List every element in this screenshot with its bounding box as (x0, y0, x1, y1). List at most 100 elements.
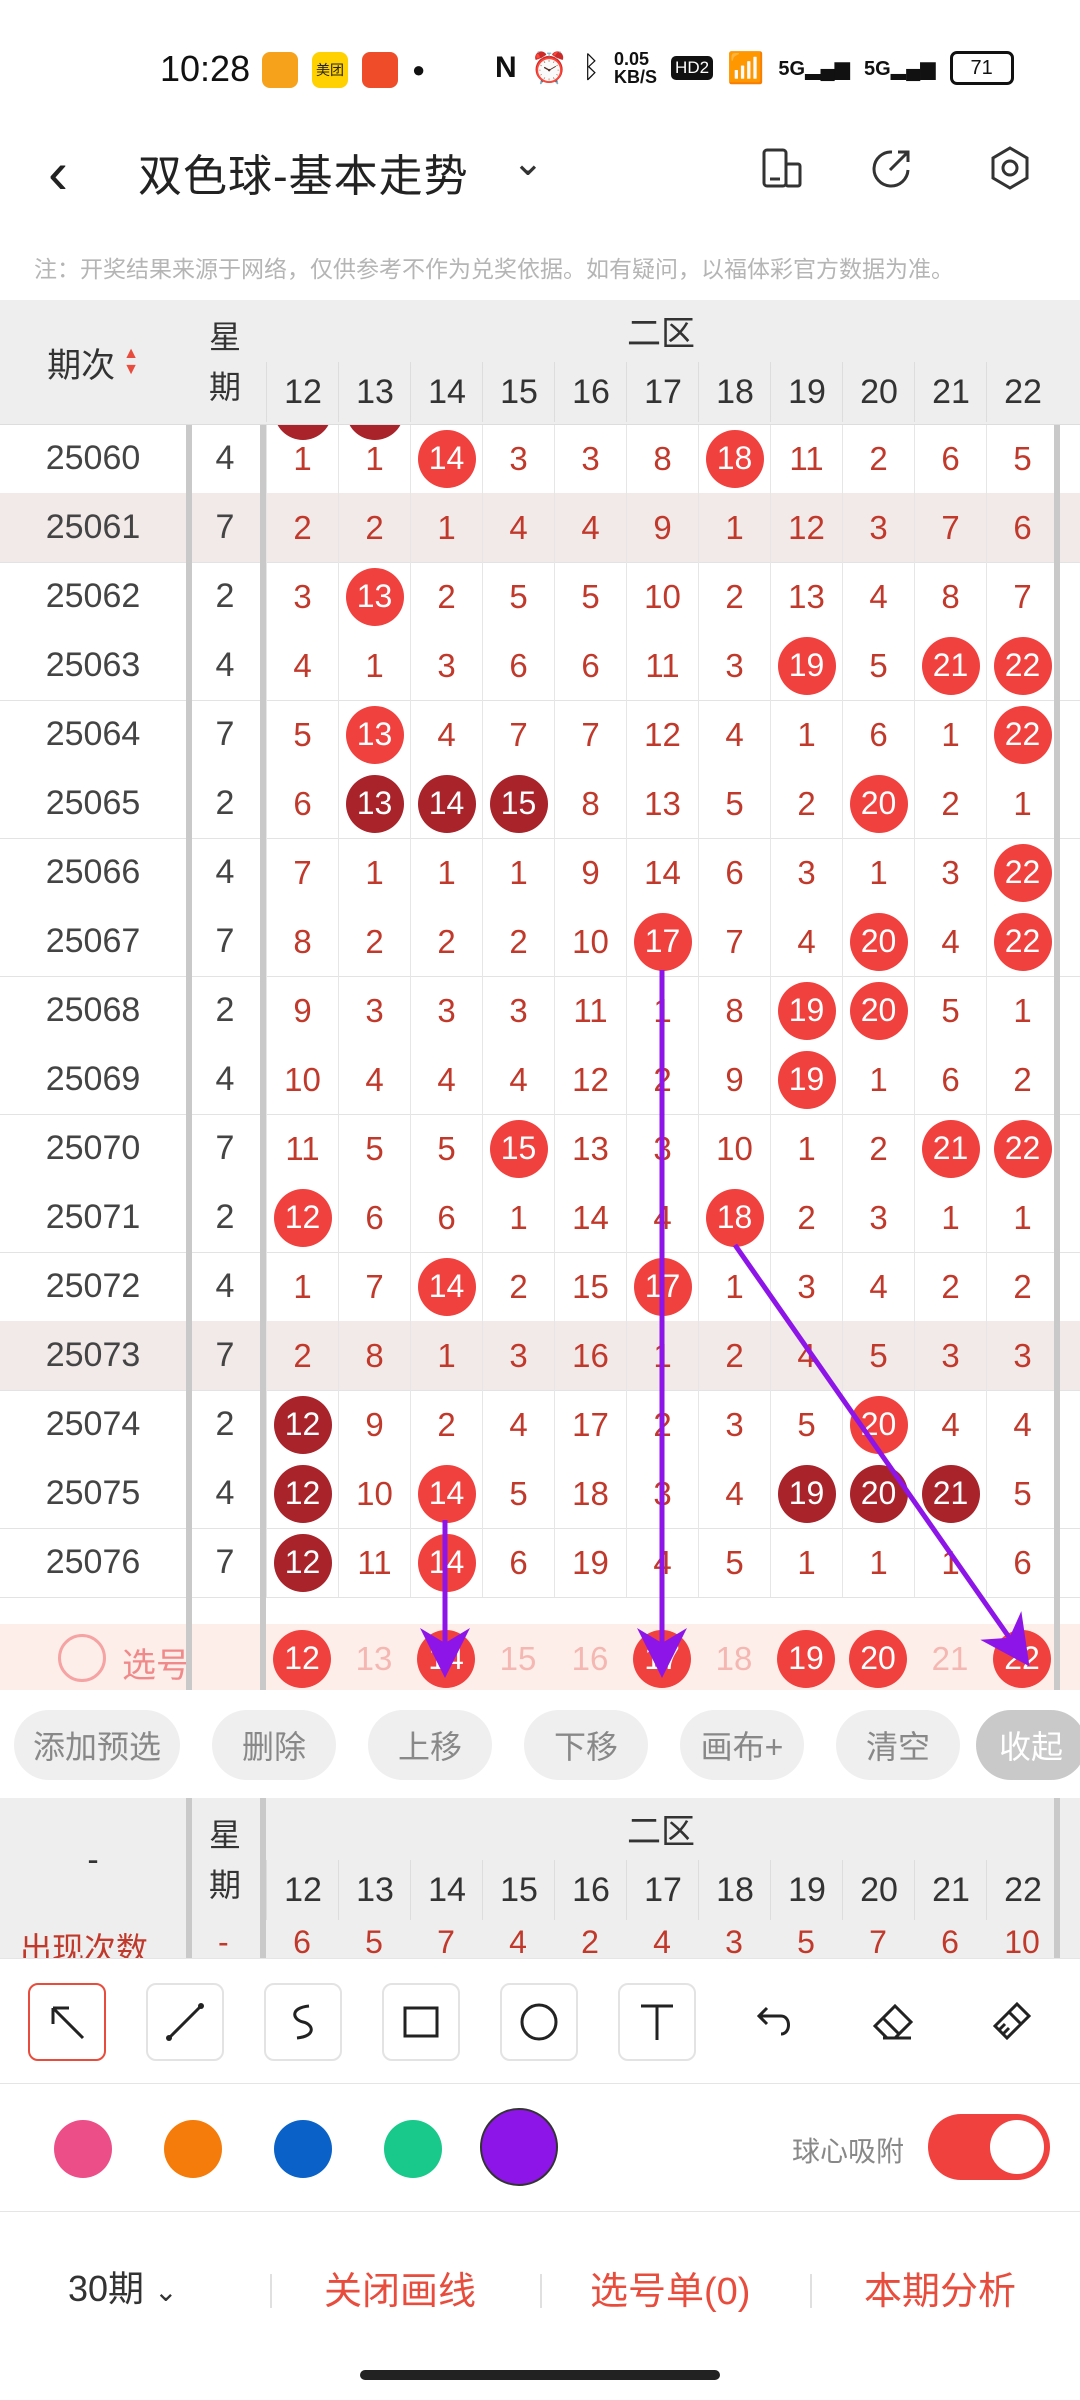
trend-cell[interactable]: 6 (338, 1183, 410, 1252)
trend-cell[interactable]: 19 (554, 1528, 626, 1597)
trend-cell[interactable]: 4 (842, 1252, 914, 1321)
trend-cell[interactable]: 4 (266, 631, 338, 700)
trend-cell[interactable]: 22 (986, 631, 1058, 700)
delete-button[interactable]: 删除 (212, 1710, 336, 1780)
trend-cell[interactable]: 5 (698, 769, 770, 838)
trend-cell[interactable]: 14 (410, 769, 482, 838)
add-preselect-button[interactable]: 添加预选 (14, 1710, 180, 1780)
trend-cell[interactable]: 2 (482, 1252, 554, 1321)
select-cell[interactable]: 12 (266, 1624, 338, 1690)
share-icon[interactable] (862, 138, 922, 198)
trend-cell[interactable]: 3 (914, 838, 986, 907)
trend-cell[interactable]: 2 (914, 769, 986, 838)
move-down-button[interactable]: 下移 (524, 1710, 648, 1780)
trend-cell[interactable]: 9 (626, 493, 698, 562)
selected-ball[interactable]: 20 (849, 1629, 907, 1688)
number-ball[interactable]: 18 (705, 1188, 764, 1247)
selected-ball[interactable]: 12 (273, 1629, 331, 1688)
number-ball[interactable]: 15 (489, 774, 548, 833)
trend-cell[interactable]: 10 (698, 1114, 770, 1183)
trend-cell[interactable]: 22 (986, 700, 1058, 769)
trend-cell[interactable]: 14 (410, 1252, 482, 1321)
trend-cell[interactable]: 11 (554, 976, 626, 1045)
trend-cell[interactable]: 11 (770, 424, 842, 493)
trend-cell[interactable]: 18 (698, 424, 770, 493)
trend-cell[interactable]: 4 (410, 1045, 482, 1114)
trend-cell[interactable]: 5 (986, 424, 1058, 493)
trend-cell[interactable]: 1 (266, 424, 338, 493)
trend-cell[interactable]: 5 (698, 1528, 770, 1597)
period-analysis-button[interactable]: 本期分析 (864, 2260, 1016, 2315)
number-ball[interactable]: 14 (417, 1533, 476, 1592)
trend-cell[interactable]: 4 (626, 1528, 698, 1597)
trend-cell[interactable]: 2 (626, 1045, 698, 1114)
trend-cell[interactable]: 16 (554, 1321, 626, 1390)
select-cell[interactable]: 17 (626, 1624, 698, 1690)
trend-cell[interactable]: 1 (842, 1045, 914, 1114)
trend-cell[interactable]: 18 (698, 1183, 770, 1252)
trend-cell[interactable]: 2 (410, 1390, 482, 1459)
trend-cell[interactable]: 1 (266, 1252, 338, 1321)
trend-cell[interactable]: 14 (410, 1528, 482, 1597)
trend-cell[interactable]: 2 (770, 769, 842, 838)
trend-cell[interactable]: 6 (698, 838, 770, 907)
trend-cell[interactable]: 6 (482, 1528, 554, 1597)
trend-cell[interactable]: 5 (482, 1459, 554, 1528)
trend-cell[interactable]: 5 (410, 1114, 482, 1183)
trend-cell[interactable]: 22 (986, 838, 1058, 907)
sort-icon[interactable]: ▲ ▼ (123, 346, 139, 378)
trend-cell[interactable]: 18 (554, 1459, 626, 1528)
trend-cell[interactable]: 17 (626, 907, 698, 976)
trend-cell[interactable]: 10 (554, 907, 626, 976)
trend-cell[interactable]: 5 (338, 1114, 410, 1183)
trend-cell[interactable]: 5 (842, 1321, 914, 1390)
trend-cell[interactable]: 13 (626, 769, 698, 838)
number-ball[interactable]: 22 (993, 1119, 1052, 1178)
number-ball[interactable]: 14 (417, 774, 476, 833)
clear-canvas-icon[interactable] (972, 1983, 1050, 2061)
trend-cell[interactable]: 22 (986, 907, 1058, 976)
trend-cell[interactable]: 8 (626, 424, 698, 493)
trend-cell[interactable]: 11 (626, 631, 698, 700)
trend-cell[interactable]: 2 (482, 907, 554, 976)
trend-cell[interactable]: 5 (842, 631, 914, 700)
trend-cell[interactable]: 19 (770, 976, 842, 1045)
number-ball[interactable]: 13 (345, 567, 404, 626)
trend-cell[interactable]: 1 (986, 976, 1058, 1045)
number-ball[interactable]: 17 (633, 912, 692, 971)
number-ball[interactable]: 14 (417, 1257, 476, 1316)
trend-cell[interactable]: 14 (410, 1459, 482, 1528)
trend-cell[interactable]: 1 (986, 769, 1058, 838)
number-ball[interactable]: 12 (273, 1188, 332, 1247)
trend-cell[interactable]: 9 (554, 838, 626, 907)
trend-cell[interactable]: 4 (698, 700, 770, 769)
select-cell[interactable]: 15 (482, 1624, 554, 1690)
trend-cell[interactable]: 3 (626, 1459, 698, 1528)
trend-cell[interactable]: 4 (482, 1390, 554, 1459)
trend-cell[interactable]: 19 (770, 1459, 842, 1528)
trend-cell[interactable]: 3 (554, 424, 626, 493)
color-swatch-pink[interactable] (54, 2120, 112, 2178)
trend-cell[interactable]: 20 (842, 907, 914, 976)
trend-cell[interactable]: 13 (338, 700, 410, 769)
trend-cell[interactable]: 12 (266, 1390, 338, 1459)
select-cell[interactable]: 18 (698, 1624, 770, 1690)
move-up-button[interactable]: 上移 (368, 1710, 492, 1780)
trend-cell[interactable]: 2 (266, 493, 338, 562)
trend-cell[interactable]: 3 (410, 631, 482, 700)
number-ball[interactable]: 19 (777, 981, 836, 1040)
trend-cell[interactable]: 13 (554, 1114, 626, 1183)
trend-cell[interactable]: 3 (986, 1321, 1058, 1390)
trend-cell[interactable]: 14 (554, 1183, 626, 1252)
trend-cell[interactable]: 5 (554, 562, 626, 631)
trend-cell[interactable]: 2 (338, 907, 410, 976)
trend-cell[interactable]: 7 (914, 493, 986, 562)
number-ball[interactable]: 12 (273, 1464, 332, 1523)
trend-cell[interactable]: 5 (770, 1390, 842, 1459)
select-all-radio[interactable] (58, 1634, 106, 1682)
trend-cell[interactable]: 9 (266, 976, 338, 1045)
color-swatch-green[interactable] (384, 2120, 442, 2178)
selection-list-button[interactable]: 选号单(0) (590, 2260, 750, 2315)
trend-cell[interactable]: 3 (338, 976, 410, 1045)
trend-cell[interactable]: 3 (266, 562, 338, 631)
